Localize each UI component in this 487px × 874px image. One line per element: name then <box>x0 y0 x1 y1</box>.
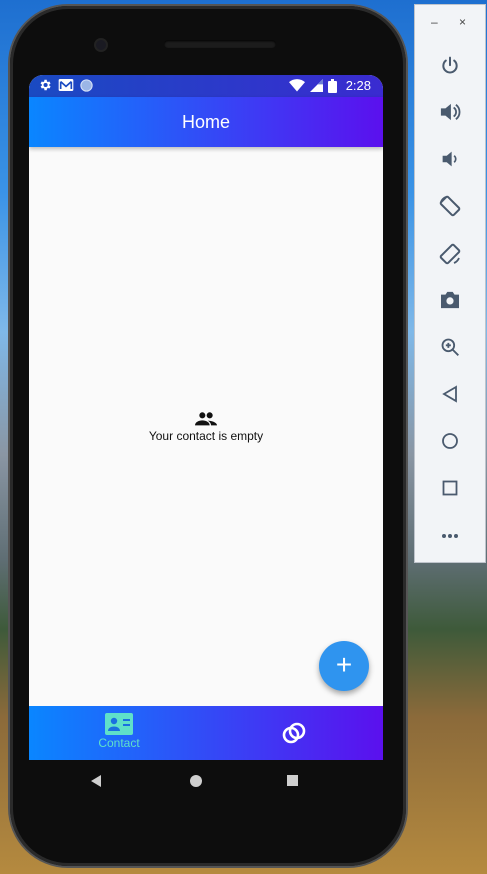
wifi-icon <box>288 79 305 92</box>
toolbar-more-button[interactable] <box>437 523 463 549</box>
gear-icon <box>40 79 51 91</box>
nav-label-contact: Contact <box>98 736 140 750</box>
camera-icon <box>441 291 459 309</box>
toolbar-home-button[interactable] <box>437 428 463 454</box>
recents-icon[interactable] <box>287 775 298 786</box>
add-icon: + <box>335 649 353 680</box>
circle-icon <box>80 78 93 92</box>
rotate-left-icon <box>439 195 461 217</box>
minimize-button[interactable]: – <box>431 15 438 29</box>
status-time: 2:28 <box>345 78 371 93</box>
home-circle-icon <box>442 433 458 449</box>
home-icon[interactable] <box>190 775 202 787</box>
signal-icon <box>309 79 323 92</box>
zoom-icon <box>441 338 459 356</box>
page-title: Home <box>181 111 230 132</box>
close-button[interactable]: × <box>459 15 466 29</box>
nav-item-contact[interactable]: Contact <box>79 713 159 750</box>
bottom-navigation: Contact <box>29 706 383 760</box>
empty-message: Your contact is empty <box>148 429 264 443</box>
toolbar-back-button[interactable] <box>437 381 463 407</box>
emulator-toolbar: – × <box>414 4 486 563</box>
back-icon[interactable] <box>91 775 101 787</box>
rotate-right-button[interactable] <box>437 241 463 267</box>
rings-icon <box>282 722 306 744</box>
power-button[interactable] <box>437 53 463 79</box>
toolbar-overview-button[interactable] <box>437 475 463 501</box>
screenshot-button[interactable] <box>437 287 463 313</box>
status-bar: 2:28 <box>29 75 383 97</box>
device-screen: 2:28 Home Your contact is empty + Contac… <box>29 75 383 760</box>
back-triangle-icon <box>442 385 457 403</box>
rotate-left-button[interactable] <box>437 193 463 219</box>
volume-down-button[interactable] <box>437 146 463 172</box>
overview-square-icon <box>442 480 458 496</box>
more-icon <box>442 534 458 538</box>
people-icon <box>195 412 217 426</box>
mail-icon <box>58 79 74 91</box>
app-bar: Home <box>29 97 383 147</box>
volume-up-button[interactable] <box>437 99 463 125</box>
earpiece-speaker <box>164 40 276 48</box>
contact-card-icon <box>105 713 133 735</box>
empty-state: Your contact is empty <box>29 411 383 443</box>
battery-icon <box>327 78 337 93</box>
zoom-button[interactable] <box>437 334 463 360</box>
volume-up-icon <box>440 103 461 121</box>
volume-down-icon <box>442 151 457 167</box>
power-icon <box>442 56 458 74</box>
add-contact-button[interactable]: + <box>319 641 369 691</box>
phone-frame: 2:28 Home Your contact is empty + Contac… <box>10 6 406 866</box>
front-camera <box>96 40 106 50</box>
rotate-right-icon <box>439 243 461 265</box>
system-navigation-bar <box>19 754 373 808</box>
nav-item-rings[interactable] <box>279 718 309 748</box>
